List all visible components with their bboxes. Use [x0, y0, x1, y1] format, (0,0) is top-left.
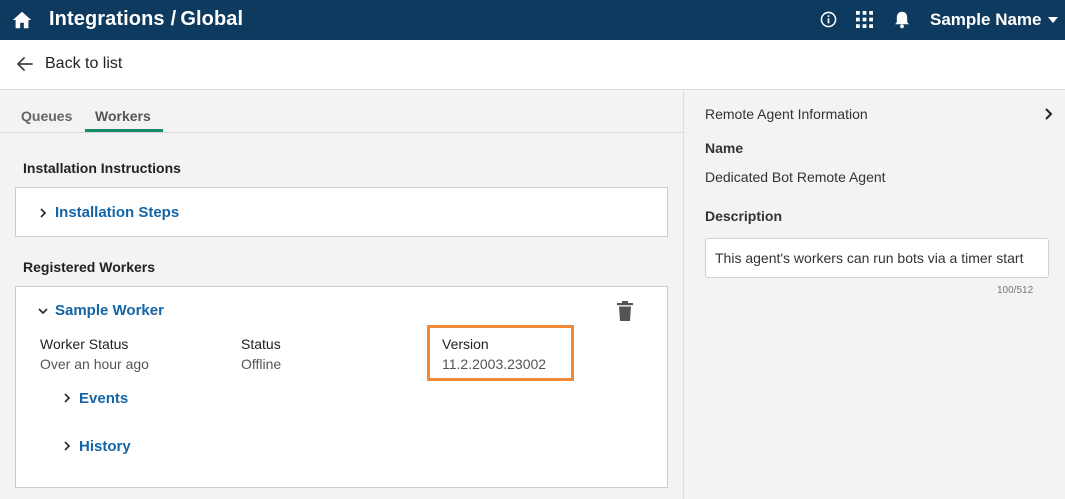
tab-workers[interactable]: Workers: [95, 108, 151, 124]
events-link[interactable]: Events: [79, 390, 128, 407]
remote-agent-panel: Remote Agent Information Name Dedicated …: [683, 91, 1065, 499]
arrow-left-icon: [17, 57, 33, 71]
sub-title: Global: [180, 8, 244, 30]
page-title: Integrations / Global: [49, 8, 243, 31]
user-menu[interactable]: Sample Name: [930, 10, 1058, 30]
top-bar: Integrations / Global Sample Name: [0, 0, 1065, 40]
app-title: Integrations: [49, 8, 165, 30]
back-bar: Back to list: [0, 40, 1065, 90]
bell-icon[interactable]: [893, 10, 911, 29]
installation-steps-link[interactable]: Installation Steps: [55, 204, 179, 221]
status-label: Status: [241, 336, 281, 352]
description-field[interactable]: This agent's workers can run bots via a …: [705, 238, 1049, 278]
chevron-right-icon[interactable]: [61, 440, 73, 452]
status-value: Offline: [241, 356, 282, 372]
character-counter: 100/512: [997, 285, 1034, 296]
description-label: Description: [705, 208, 783, 224]
user-name: Sample Name: [930, 10, 1042, 29]
chevron-right-icon[interactable]: [1042, 107, 1054, 121]
active-tab-indicator: [85, 129, 163, 132]
installation-card: Installation Steps: [15, 187, 668, 237]
home-icon[interactable]: [11, 9, 33, 31]
caret-down-icon: [1047, 17, 1058, 23]
back-label: Back to list: [45, 55, 123, 72]
registered-workers-heading: Registered Workers: [23, 259, 156, 275]
worker-status-label: Worker Status: [40, 336, 129, 352]
chevron-down-icon[interactable]: [37, 305, 49, 317]
back-to-list-link[interactable]: Back to list: [15, 54, 122, 74]
trash-icon[interactable]: [616, 301, 634, 321]
info-icon[interactable]: [820, 11, 837, 28]
worker-card: Sample Worker Worker Status Over an hour…: [15, 286, 668, 488]
tab-queues[interactable]: Queues: [21, 108, 72, 124]
worker-status-value: Over an hour ago: [40, 356, 149, 372]
workers-panel: Queues Workers Installation Instructions…: [0, 91, 683, 499]
worker-name-link[interactable]: Sample Worker: [55, 302, 164, 319]
name-label: Name: [705, 140, 744, 156]
remote-agent-heading: Remote Agent Information: [705, 106, 868, 122]
tab-bar: Queues Workers: [0, 91, 683, 133]
installation-heading: Installation Instructions: [23, 160, 181, 176]
version-highlight-box: [427, 325, 574, 381]
agent-name-value: Dedicated Bot Remote Agent: [705, 169, 886, 185]
history-link[interactable]: History: [79, 438, 131, 455]
title-separator: /: [170, 8, 177, 30]
chevron-right-icon[interactable]: [61, 392, 73, 404]
chevron-right-icon[interactable]: [37, 207, 49, 219]
apps-grid-icon[interactable]: [856, 11, 873, 28]
